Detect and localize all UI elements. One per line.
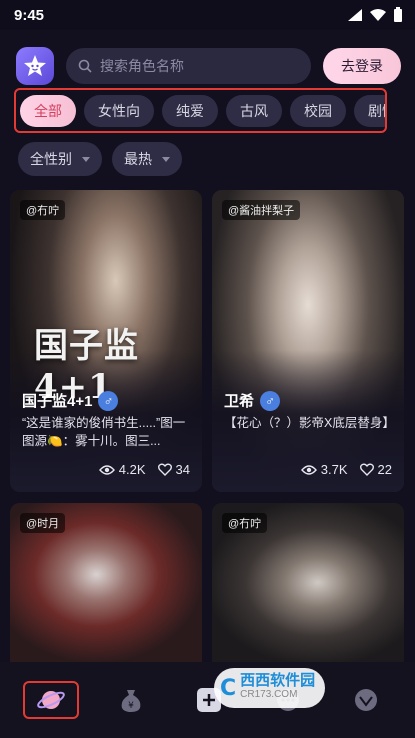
heart-icon	[359, 463, 374, 476]
character-card[interactable]: @酱油拌梨子 卫希 ♂ 【花心（？）影帝X底层替身】 3.7K 22	[212, 190, 404, 492]
watermark-text: 西西软件园 CR173.COM	[240, 672, 316, 702]
card-title-row: 卫希 ♂	[224, 390, 281, 411]
views-count: 4.2K	[118, 462, 146, 477]
header: 搜索角色名称 去登录	[0, 38, 415, 94]
male-icon: ♂	[98, 390, 119, 411]
search-placeholder: 搜索角色名称	[100, 58, 184, 74]
card-title: 卫希	[224, 393, 255, 410]
card-stats: 3.7K 22	[300, 462, 392, 477]
heart-icon	[157, 463, 172, 476]
character-card[interactable]: @时月	[10, 503, 202, 662]
status-icons	[347, 7, 403, 23]
star-face-icon	[24, 55, 46, 76]
wifi-icon	[370, 9, 386, 21]
category-tags: 全部 女性向 纯爱 古风 校园 剧情	[14, 88, 387, 133]
bottom-tab-bar: ¥	[0, 662, 415, 738]
views-stat: 4.2K	[98, 462, 146, 477]
male-icon: ♂	[260, 390, 281, 411]
watermark-logo-icon: C	[220, 675, 237, 701]
character-card[interactable]: @冇咛	[212, 503, 404, 662]
watermark-main: 西西软件园	[240, 672, 316, 689]
tag-pure-love[interactable]: 纯爱	[162, 94, 218, 127]
profile-icon	[354, 689, 377, 711]
sort-filter[interactable]: 最热	[112, 142, 182, 176]
card-stats: 4.2K 34	[98, 462, 190, 477]
login-button[interactable]: 去登录	[323, 48, 401, 84]
tag-ancient-style[interactable]: 古风	[226, 94, 282, 127]
watermark: C 西西软件园 CR173.COM	[214, 668, 326, 708]
card-author: @时月	[20, 513, 66, 533]
sort-filter-label: 最热	[124, 151, 152, 167]
views-count: 3.7K	[320, 462, 348, 477]
card-description: “这是谁家的俊俏书生.....”图一图源🍋：雾十川。图三...	[22, 416, 186, 448]
status-time: 9:45	[14, 6, 45, 24]
likes-count: 34	[175, 462, 190, 477]
gender-filter[interactable]: 全性别	[18, 142, 102, 176]
card-author: @酱油拌梨子	[222, 200, 301, 220]
tag-campus[interactable]: 校园	[290, 94, 346, 127]
watermark-sub: CR173.COM	[240, 689, 298, 700]
tab-discover[interactable]	[23, 681, 80, 719]
app-logo[interactable]	[16, 47, 54, 85]
likes-stat[interactable]: 34	[157, 462, 190, 477]
status-bar: 9:45	[0, 0, 415, 30]
filters: 全性别 最热	[18, 142, 182, 176]
search-input[interactable]: 搜索角色名称	[66, 48, 311, 84]
planet-icon	[37, 691, 65, 709]
eye-icon	[300, 464, 317, 475]
tag-all[interactable]: 全部	[20, 94, 76, 127]
views-stat: 3.7K	[300, 462, 348, 477]
card-title-row: 国子监4+1 ♂	[22, 390, 119, 411]
chevron-down-icon	[162, 156, 170, 162]
gender-filter-label: 全性别	[30, 151, 72, 167]
tag-female-oriented[interactable]: 女性向	[84, 94, 154, 127]
tab-wallet[interactable]: ¥	[105, 680, 157, 720]
money-bag-icon: ¥	[121, 690, 141, 712]
battery-icon	[394, 7, 402, 22]
card-title: 国子监4+1	[22, 393, 93, 410]
tag-story[interactable]: 剧情	[354, 94, 385, 127]
likes-count: 22	[377, 462, 392, 477]
search-icon	[78, 59, 92, 73]
card-description: 【花心（？）影帝X底层替身】	[224, 416, 395, 430]
eye-icon	[98, 464, 115, 475]
signal-icon	[348, 9, 362, 21]
svg-text:¥: ¥	[128, 701, 134, 711]
card-author: @冇咛	[222, 513, 268, 533]
card-author: @冇咛	[20, 200, 66, 220]
character-card[interactable]: @冇咛 国子监4+1 国子监4+1 ♂ “这是谁家的俊俏书生.....”图一图源…	[10, 190, 202, 492]
chevron-down-icon	[82, 156, 90, 162]
likes-stat[interactable]: 22	[359, 462, 392, 477]
tab-profile[interactable]	[340, 680, 392, 720]
